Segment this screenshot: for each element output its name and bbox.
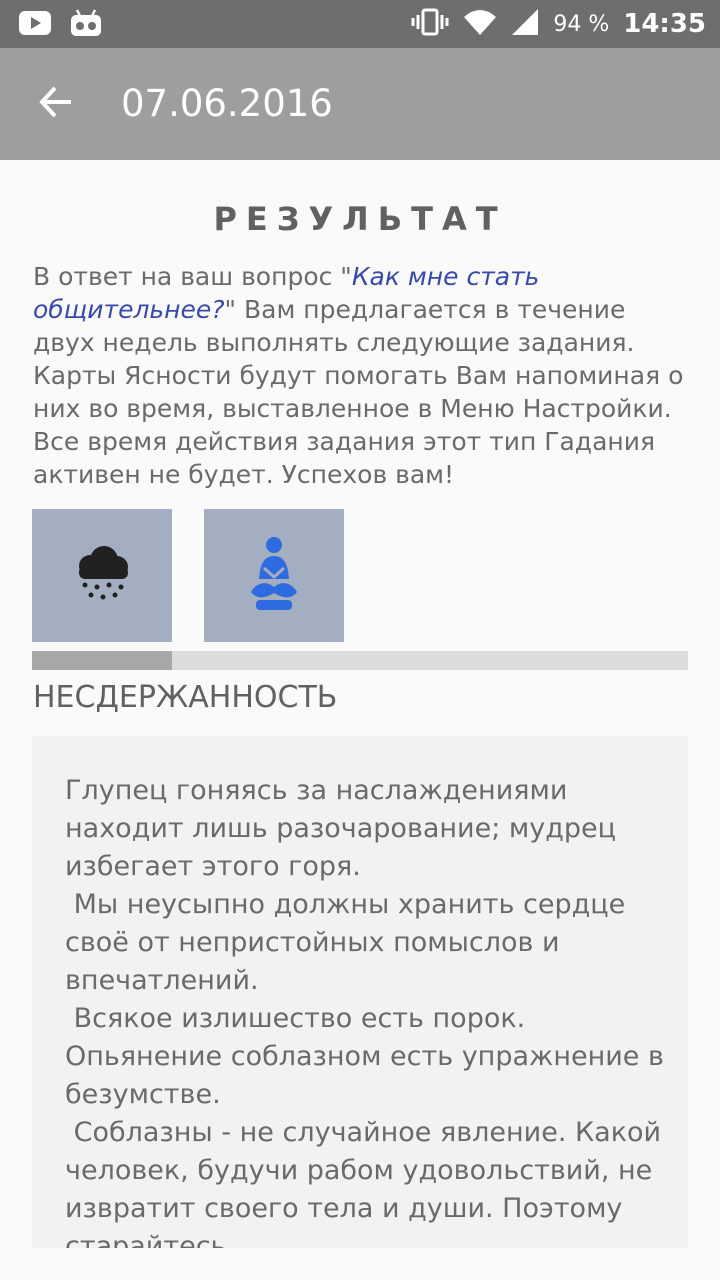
card-rain-cloud[interactable] (32, 509, 172, 642)
wifi-icon (463, 8, 497, 40)
intro-before: В ответ на ваш вопрос " (33, 262, 352, 291)
quote-box[interactable]: Глупец гоняясь за наслаждениями находит … (32, 736, 688, 1248)
app-bar: 07.06.2016 (0, 48, 720, 160)
meditation-icon (244, 534, 304, 618)
progress-fill (32, 651, 172, 670)
status-clock: 14:35 (623, 9, 706, 39)
arrow-back-icon (38, 84, 74, 124)
status-right-icons: 94 % 14:35 (411, 0, 706, 48)
content-area[interactable]: РЕЗУЛЬТАТ В ответ на ваш вопрос "Как мне… (0, 160, 720, 1280)
status-left-icons (18, 8, 102, 42)
battery-percent: 94 % (553, 11, 610, 37)
task-progress-bar (32, 651, 688, 670)
section-title: НЕСДЕРЖАННОСТЬ (33, 680, 338, 715)
back-button[interactable] (28, 76, 84, 132)
rain-cloud-icon (70, 544, 134, 608)
signal-icon (511, 8, 539, 40)
youtube-icon (18, 8, 52, 42)
quote-text: Глупец гоняясь за наслаждениями находит … (65, 775, 664, 1248)
status-bar: 94 % 14:35 (0, 0, 720, 48)
android-robot-icon (70, 8, 102, 42)
result-intro: В ответ на ваш вопрос "Как мне стать общ… (33, 260, 693, 491)
page-title: 07.06.2016 (121, 82, 333, 125)
vibrate-icon (411, 7, 449, 41)
card-meditation[interactable] (204, 509, 344, 642)
intro-after: " Вам предлагается в течение двух недель… (33, 295, 684, 489)
result-heading: РЕЗУЛЬТАТ (213, 200, 507, 238)
